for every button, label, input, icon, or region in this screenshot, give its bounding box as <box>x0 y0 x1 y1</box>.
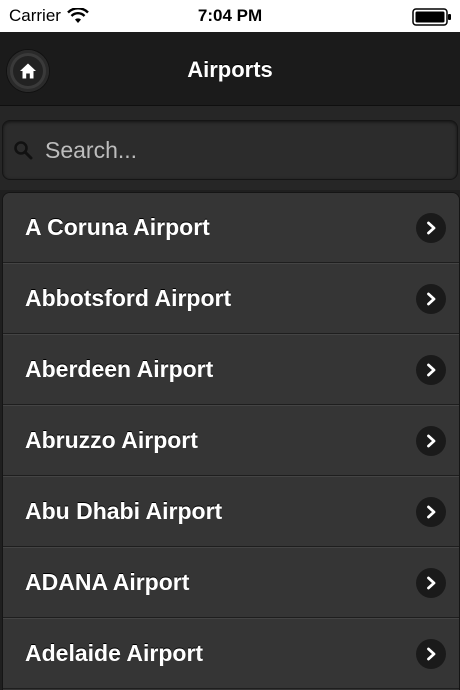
search-input[interactable] <box>43 131 447 169</box>
search-icon <box>14 141 33 160</box>
list-item[interactable]: A Coruna Airport <box>3 193 459 263</box>
list-item-label: Aberdeen Airport <box>25 356 214 382</box>
chevron-right-button[interactable] <box>416 497 446 527</box>
status-bar: Carrier 7:04 PM <box>0 0 460 32</box>
chevron-right-icon <box>427 221 436 235</box>
chevron-right-icon <box>427 434 436 448</box>
chevron-right-button[interactable] <box>416 568 446 598</box>
list-item[interactable]: Aberdeen Airport <box>3 334 459 405</box>
list-item-label: Abu Dhabi Airport <box>25 498 223 524</box>
list-item[interactable]: Abbotsford Airport <box>3 263 459 334</box>
chevron-right-icon <box>427 576 436 590</box>
list-item-label: Abbotsford Airport <box>25 285 232 311</box>
chevron-right-icon <box>427 292 436 306</box>
list-item[interactable]: ADANA Airport <box>3 547 459 618</box>
list-item-label: A Coruna Airport <box>25 214 210 240</box>
list-item-label: Adelaide Airport <box>25 640 204 666</box>
airport-list: A Coruna Airport Abbotsford Airport Aberde… <box>2 192 460 690</box>
page-title: Airports <box>187 57 273 82</box>
chevron-right-button[interactable] <box>416 426 446 456</box>
status-time: 7:04 PM <box>197 6 263 25</box>
chevron-right-icon <box>427 647 436 661</box>
chevron-right-button[interactable] <box>416 355 446 385</box>
list-item-label: ADANA Airport <box>25 569 190 595</box>
chevron-right-icon <box>427 505 436 519</box>
nav-header: Airports <box>0 32 460 106</box>
chevron-right-icon <box>427 363 436 377</box>
search-bar <box>0 106 460 190</box>
list-item[interactable]: Adelaide Airport <box>3 618 459 689</box>
chevron-right-button[interactable] <box>416 639 446 669</box>
search-box[interactable] <box>2 120 458 180</box>
app-screen: Carrier 7:04 PM Airports Search... A Cor… <box>0 0 460 690</box>
chevron-right-button[interactable] <box>416 284 446 314</box>
battery-icon <box>412 8 451 26</box>
list-item-label: Abruzzo Airport <box>25 427 198 453</box>
list-item[interactable]: Abu Dhabi Airport <box>3 476 459 547</box>
chevron-right-button[interactable] <box>416 213 446 243</box>
list-item[interactable]: Abruzzo Airport <box>3 405 459 476</box>
